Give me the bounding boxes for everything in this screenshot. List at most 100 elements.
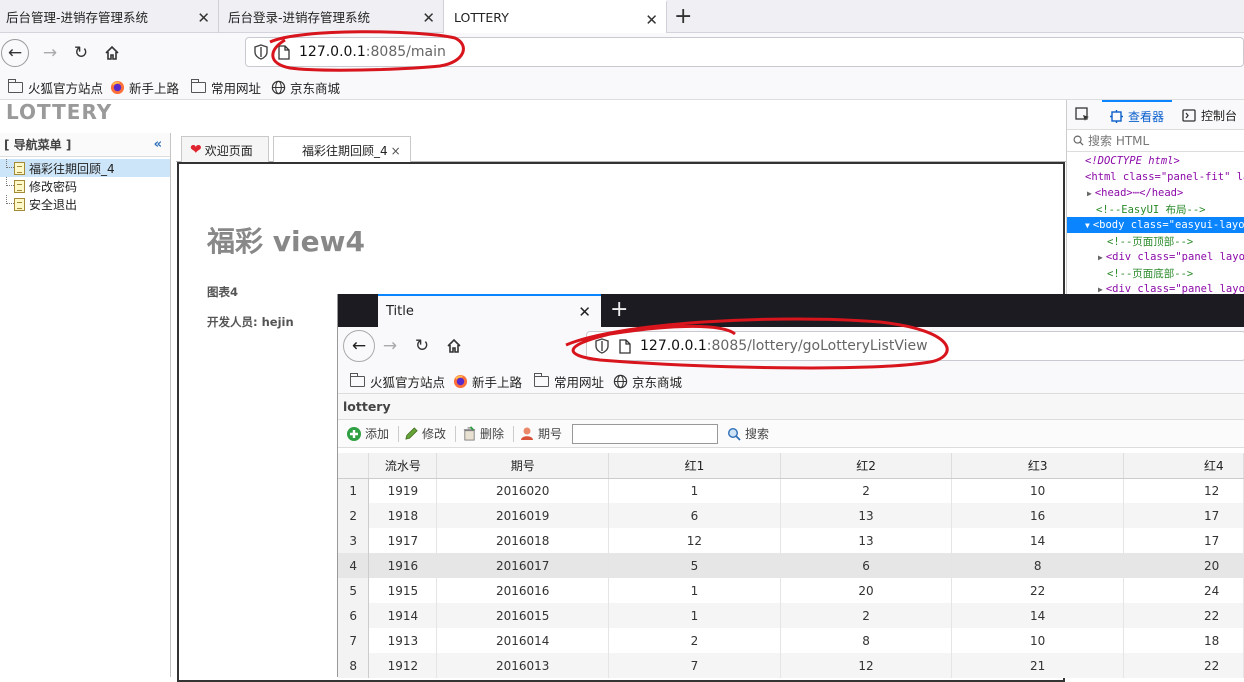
forward-arrow-icon[interactable]: → (36, 39, 64, 67)
bookmark-item[interactable]: 常用网址 (190, 78, 261, 97)
close-icon[interactable]: ✕ (422, 9, 435, 27)
tab-lottery-review[interactable]: 福彩往期回顾_4 × (273, 136, 411, 164)
table-cell: 1 (608, 578, 781, 603)
column-header[interactable]: 红1 (608, 453, 781, 479)
nav-item-change-password[interactable]: 修改密码 (0, 177, 170, 195)
developer-label: 开发人员: hejin (207, 315, 294, 329)
collapse-icon[interactable]: « (154, 137, 162, 152)
shield-icon[interactable] (595, 338, 609, 354)
bookmark-item[interactable]: 新手上路 (453, 372, 522, 391)
close-icon[interactable]: × (391, 144, 401, 158)
table-cell: 1919 (368, 478, 438, 503)
column-header[interactable]: 期号 (436, 453, 610, 479)
devtools-panel: 查看器 控制台 搜索 HTML <!DOCTYPE html> <html cl… (1066, 100, 1244, 295)
dom-node[interactable]: <html class="panel-fit" lan (1067, 169, 1244, 185)
table-row[interactable]: 8 1912 2016013 7 12 21 22 (338, 653, 1244, 678)
delete-button[interactable]: 删除 (462, 425, 504, 442)
row-number: 1 (338, 478, 370, 503)
search-button[interactable]: 搜索 (727, 425, 769, 442)
table-cell: 2 (780, 478, 953, 503)
chart-label: 图表4 (207, 285, 239, 299)
row-number-header (338, 453, 370, 479)
tab-label: 欢迎页面 (204, 143, 253, 158)
element-picker-icon[interactable] (1075, 107, 1091, 123)
browser-tab-1[interactable]: 后台管理-进销存管理系统 ✕ (0, 0, 219, 33)
period-search-input[interactable] (572, 424, 718, 444)
dom-node-selected[interactable]: ▼ <body class="easyui-layou (1067, 217, 1244, 233)
search-icon (727, 427, 741, 441)
table-cell: 14 (951, 603, 1124, 628)
column-header[interactable]: 流水号 (368, 453, 438, 479)
reload-icon[interactable]: ↻ (67, 39, 95, 67)
back-arrow-icon[interactable]: ← (1, 39, 29, 67)
table-row[interactable]: 3 1917 2016018 12 13 14 17 (338, 528, 1244, 553)
bookmark-item[interactable]: 火狐官方站点 (7, 78, 104, 97)
file-icon (14, 179, 25, 193)
bookmark-item[interactable]: 常用网址 (533, 372, 605, 391)
dom-node[interactable]: <!DOCTYPE html> (1067, 153, 1244, 169)
home-icon[interactable] (440, 332, 468, 360)
tab-console[interactable]: 控制台 (1182, 100, 1237, 130)
table-row[interactable]: 2 1918 2016019 6 13 16 17 (338, 503, 1244, 528)
table-cell: 12 (608, 528, 781, 553)
inspector-icon (1110, 109, 1123, 123)
home-icon[interactable] (98, 39, 126, 67)
table-cell: 14 (951, 528, 1124, 553)
table-cell: 21 (951, 653, 1124, 678)
table-row[interactable]: 5 1915 2016016 1 20 22 24 (338, 578, 1244, 603)
tab-inspector[interactable]: 查看器 (1102, 100, 1173, 130)
html-search-input[interactable]: 搜索 HTML (1067, 130, 1244, 152)
dom-comment[interactable]: <!--EasyUI 布局--> (1067, 201, 1244, 217)
nav-item-label: 福彩往期回顾_4 (29, 161, 115, 176)
table-row[interactable]: 7 1913 2016014 2 8 10 18 (338, 628, 1244, 653)
bookmark-label: 常用网址 (554, 375, 605, 390)
close-icon[interactable]: ✕ (645, 11, 658, 29)
table-cell: 2016013 (436, 653, 610, 678)
url-bar[interactable]: 127.0.0.1:8085/main (245, 37, 1244, 67)
dom-node[interactable]: ▶ <div class="panel layou (1067, 249, 1244, 265)
bookmark-label: 火狐官方站点 (28, 81, 104, 96)
lottery-data-grid: 流水号 期号 红1 红2 红3 红4 1 1919 2016020 1 2 10 12 2 19… (338, 453, 1244, 678)
new-tab-icon[interactable]: + (674, 4, 692, 29)
new-tab-icon[interactable]: + (610, 297, 628, 322)
browser-tab-2[interactable]: 后台登录-进销存管理系统 ✕ (219, 0, 444, 33)
bookmark-label: 新手上路 (129, 81, 180, 96)
back-arrow-icon[interactable]: ← (343, 330, 375, 362)
close-icon[interactable]: ✕ (197, 9, 210, 27)
column-header[interactable]: 红3 (951, 453, 1124, 479)
tab-welcome[interactable]: ❤ 欢迎页面 (181, 136, 269, 163)
bookmark-item[interactable]: 新手上路 (110, 78, 179, 97)
nav-item-lottery-review[interactable]: 福彩往期回顾_4 (0, 159, 170, 177)
bookmark-item[interactable]: 京东商城 (613, 372, 682, 391)
bookmark-item[interactable]: 京东商城 (271, 78, 340, 97)
table-cell: 2016016 (436, 578, 610, 603)
shield-icon[interactable] (254, 44, 268, 60)
browser-tab-3[interactable]: LOTTERY ✕ (444, 0, 667, 33)
url-bar[interactable]: 127.0.0.1:8085/lottery/goLotteryListView (586, 331, 1244, 361)
dom-comment[interactable]: <!--页面底部--> (1067, 265, 1244, 281)
nav-item-logout[interactable]: 安全退出 (0, 195, 170, 213)
forward-arrow-icon[interactable]: → (376, 332, 404, 360)
table-row[interactable]: 1 1919 2016020 1 2 10 12 (338, 478, 1244, 503)
column-header[interactable]: 红4 (1123, 453, 1244, 479)
table-cell: 17 (1123, 528, 1244, 553)
page-icon (619, 338, 631, 354)
close-icon[interactable]: ✕ (578, 303, 591, 321)
nav-title: [ 导航菜单 ] (4, 138, 72, 152)
browser-tab-title[interactable]: Title ✕ (378, 294, 601, 327)
dom-node[interactable]: ▶ <head>⋯</head> (1067, 185, 1244, 201)
dom-comment[interactable]: <!--页面顶部--> (1067, 233, 1244, 249)
button-label: 删除 (480, 427, 505, 441)
bookmark-item[interactable]: 火狐官方站点 (349, 372, 445, 391)
reload-icon[interactable]: ↻ (408, 332, 436, 360)
table-cell: 1918 (368, 503, 438, 528)
column-header[interactable]: 红2 (780, 453, 953, 479)
table-row[interactable]: 4 1916 2016017 5 6 8 20 (338, 553, 1244, 578)
url-text: 127.0.0.1:8085/lottery/goLotteryListView (640, 338, 928, 354)
edit-button[interactable]: 修改 (404, 425, 446, 442)
table-cell: 1913 (368, 628, 438, 653)
add-button[interactable]: 添加 (346, 425, 389, 442)
table-cell: 2016014 (436, 628, 610, 653)
table-row[interactable]: 6 1914 2016015 1 2 14 22 (338, 603, 1244, 628)
bookmark-label: 京东商城 (290, 81, 341, 96)
